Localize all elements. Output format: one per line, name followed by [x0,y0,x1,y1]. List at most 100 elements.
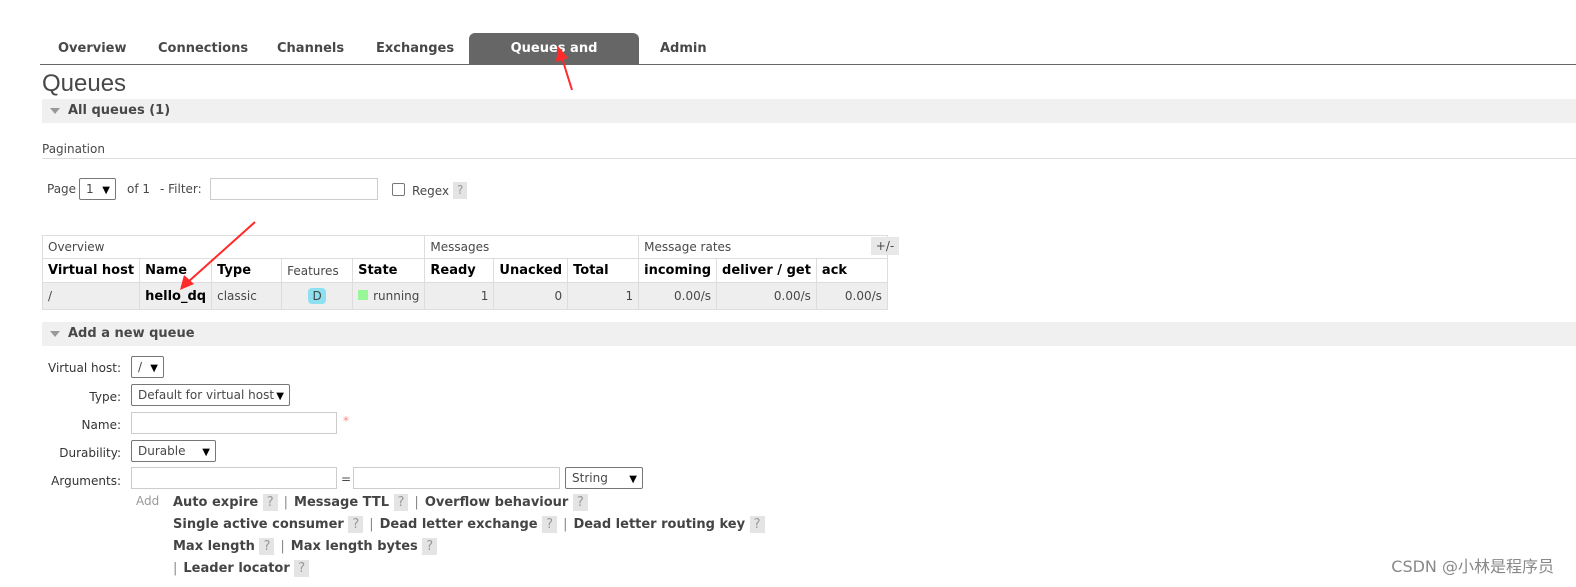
cell-incoming: 0.00/s [638,282,718,310]
tab-connections[interactable]: Connections [142,33,264,64]
tab-channels[interactable]: Channels [261,33,360,64]
separator: | [414,495,419,510]
equals-sign: = [341,472,352,486]
col-ack[interactable]: ack [815,258,888,283]
arg-links-line-4: | Leader locator ? [167,560,310,577]
type-value: Default for virtual host [138,388,275,402]
regex-help-icon[interactable]: ? [453,182,468,199]
collapse-triangle-icon [50,330,60,337]
col-unacked[interactable]: Unacked [493,258,569,283]
arg-max-length-bytes[interactable]: Max length bytes [291,539,418,554]
cell-unacked: 0 [493,282,569,310]
help-icon[interactable]: ? [294,560,310,577]
help-icon[interactable]: ? [393,494,409,511]
cell-vhost: / [41,282,141,310]
chevron-down-icon: ▼ [629,474,637,485]
queue-name-link[interactable]: hello_dq [139,282,213,310]
cell-state: running [352,282,426,310]
arg-message-ttl[interactable]: Message TTL [294,495,389,510]
help-icon[interactable]: ? [422,538,438,555]
arg-max-length[interactable]: Max length [173,539,255,554]
filter-label: - Filter: [160,182,202,196]
vhost-value: / [138,360,143,374]
help-icon[interactable]: ? [749,516,765,533]
arg-single-active-consumer[interactable]: Single active consumer [173,517,344,532]
help-icon[interactable]: ? [262,494,278,511]
arg-links-line-2: Single active consumer ? | Dead letter exc… [173,516,765,533]
chevron-down-icon: ▼ [202,447,210,458]
state-indicator-icon [358,290,369,300]
col-features: Features [281,258,354,283]
arg-leader-locator[interactable]: Leader locator [183,561,289,576]
tab-admin[interactable]: Admin [644,33,723,64]
group-message-rates: Message rates [638,235,888,259]
add-queue-section-toggle[interactable]: Add a new queue [42,322,1576,346]
arg-dead-letter-routing-key[interactable]: Dead letter routing key [573,517,745,532]
divider [42,158,1576,159]
help-icon[interactable]: ? [348,516,364,533]
col-type[interactable]: Type [211,258,283,283]
filter-input[interactable] [210,178,378,200]
pagination-label: Pagination [42,142,105,156]
page-title: Queues [42,70,127,97]
name-input[interactable] [131,412,337,434]
cell-total: 1 [567,282,640,310]
cell-ack: 0.00/s [815,282,888,310]
all-queues-section-toggle[interactable]: All queues (1) [42,99,1576,123]
help-icon[interactable]: ? [572,494,588,511]
collapse-triangle-icon [50,107,60,114]
cell-type: classic [211,282,283,310]
tab-overview[interactable]: Overview [42,33,143,64]
required-marker: * [343,414,349,428]
vhost-label: Virtual host: [48,361,121,375]
arg-links-line-3: Max length ? | Max length bytes ? [173,538,438,555]
page-value: 1 [86,182,94,196]
table-row[interactable]: / hello_dq classic D running 1 0 1 0.00/… [41,282,888,310]
col-virtual-host[interactable]: Virtual host [41,258,141,283]
col-name[interactable]: Name [139,258,213,283]
arg-overflow-behaviour[interactable]: Overflow behaviour [425,495,569,510]
help-icon[interactable]: ? [542,516,558,533]
tab-queues-and-streams[interactable]: Queues and Streams [469,33,639,87]
durable-badge: D [308,288,326,304]
columns-toggle-button[interactable]: +/- [871,237,899,255]
col-deliver-get[interactable]: deliver / get [716,258,817,283]
help-icon[interactable]: ? [259,538,275,555]
tab-exchanges[interactable]: Exchanges [360,33,470,64]
vhost-select[interactable]: / ▼ [131,356,164,378]
separator: | [563,517,568,532]
section-title: All queues (1) [68,103,171,118]
add-label: Add [136,494,160,508]
page-select[interactable]: 1 ▼ [79,178,116,200]
chevron-down-icon: ▼ [150,363,158,374]
type-label: Type: [89,390,121,404]
regex-label: Regex [412,184,450,198]
queues-table: Overview Messages Message rates Virtual … [41,235,888,310]
cell-deliver-get: 0.00/s [716,282,817,310]
tab-bar: Overview Connections Channels Exchanges … [40,33,1576,87]
chevron-down-icon: ▼ [102,185,110,196]
chevron-down-icon: ▼ [276,391,284,402]
col-total[interactable]: Total [567,258,640,283]
argument-value-input[interactable] [353,467,560,489]
type-select[interactable]: Default for virtual host ▼ [131,384,290,406]
col-state[interactable]: State [352,258,426,283]
group-messages: Messages [424,235,640,259]
separator: | [280,539,285,554]
page-label: Page [47,182,77,196]
argument-type-select[interactable]: String ▼ [565,467,643,489]
group-overview: Overview [41,235,426,259]
arg-links-line-1: Auto expire ? | Message TTL ? | Overflow beh… [173,494,588,511]
durability-select[interactable]: Durable ▼ [131,440,216,462]
section-title: Add a new queue [68,326,195,341]
argument-key-input[interactable] [131,467,337,489]
col-incoming[interactable]: incoming [638,258,718,283]
arg-dead-letter-exchange[interactable]: Dead letter exchange [380,517,538,532]
arguments-label: Arguments: [51,474,121,488]
col-ready[interactable]: Ready [424,258,495,283]
regex-checkbox[interactable] [392,183,405,196]
watermark: CSDN @小林是程序员 [1391,557,1554,576]
separator: | [369,517,374,532]
name-label: Name: [81,418,121,432]
arg-auto-expire[interactable]: Auto expire [173,495,258,510]
